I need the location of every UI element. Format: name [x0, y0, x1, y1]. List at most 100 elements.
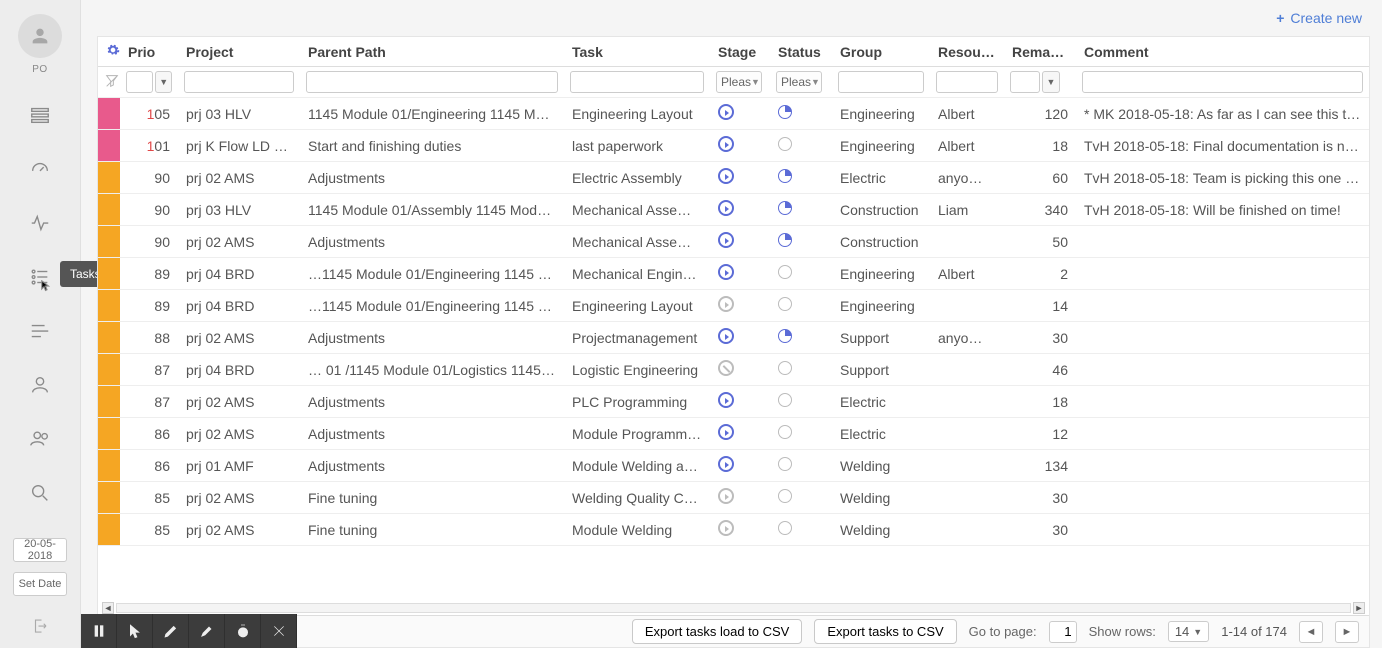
nav-activity-icon[interactable] [0, 211, 80, 235]
cell-stage[interactable] [710, 98, 770, 130]
nav-users-icon[interactable] [0, 427, 80, 451]
cell-status[interactable] [770, 418, 832, 450]
clear-filter-icon[interactable] [98, 67, 120, 98]
nav-search-user-icon[interactable] [0, 481, 80, 505]
table-row[interactable]: 89prj 04 BRD…1145 Module 01/Engineering … [98, 258, 1369, 290]
cell-status[interactable] [770, 354, 832, 386]
priority-bar [98, 354, 120, 386]
table-row[interactable]: 101prj K Flow LD ConstStart and finishin… [98, 130, 1369, 162]
filter-comment[interactable] [1082, 71, 1363, 93]
cell-stage[interactable] [710, 258, 770, 290]
logout-icon[interactable] [8, 614, 72, 638]
table-row[interactable]: 85prj 02 AMSFine tuningWelding Quality C… [98, 482, 1369, 514]
col-parent[interactable]: Parent Path [300, 37, 564, 67]
date-field[interactable]: 20-05-2018 [13, 538, 67, 562]
col-project[interactable]: Project [178, 37, 300, 67]
gear-header[interactable] [98, 37, 120, 67]
filter-remaining[interactable]: ▼ [1010, 71, 1070, 93]
marker-icon[interactable] [189, 614, 225, 648]
cell-status[interactable] [770, 322, 832, 354]
filter-group[interactable] [838, 71, 924, 93]
table-row[interactable]: 87prj 02 AMSAdjustmentsPLC ProgrammingEl… [98, 386, 1369, 418]
col-group[interactable]: Group [832, 37, 930, 67]
cell-stage[interactable] [710, 482, 770, 514]
filter-resource[interactable] [936, 71, 998, 93]
filter-task[interactable] [570, 71, 704, 93]
cell-stage[interactable] [710, 514, 770, 546]
prev-page-button[interactable]: ◄ [1299, 621, 1323, 643]
cell-stage[interactable] [710, 450, 770, 482]
table-row[interactable]: 105prj 03 HLV1145 Module 01/Engineering … [98, 98, 1369, 130]
col-remaining[interactable]: Remainin… [1004, 37, 1076, 67]
cell-stage[interactable] [710, 290, 770, 322]
filter-project[interactable] [184, 71, 294, 93]
table-row[interactable]: 87prj 04 BRD… 01 /1145 Module 01/Logisti… [98, 354, 1369, 386]
table-row[interactable]: 86prj 01 AMFAdjustmentsModule Welding ad… [98, 450, 1369, 482]
nav-tasks-icon[interactable]: Tasks List [0, 265, 80, 289]
filter-parent[interactable] [306, 71, 558, 93]
cell-status[interactable] [770, 98, 832, 130]
cell-stage[interactable] [710, 194, 770, 226]
goto-page-input[interactable] [1049, 621, 1077, 643]
filter-stage[interactable]: Pleas▼ [716, 71, 762, 93]
cell-status[interactable] [770, 194, 832, 226]
cell-stage[interactable] [710, 322, 770, 354]
col-task[interactable]: Task [564, 37, 710, 67]
export-tasks-button[interactable]: Export tasks to CSV [814, 619, 956, 644]
nav-user-icon[interactable] [0, 373, 80, 397]
cell-status[interactable] [770, 514, 832, 546]
cell-stage[interactable] [710, 130, 770, 162]
rows-select[interactable]: 14▼ [1168, 621, 1209, 642]
cell-stage[interactable] [710, 418, 770, 450]
table-row[interactable]: 90prj 02 AMSAdjustmentsElectric Assembly… [98, 162, 1369, 194]
cell-stage[interactable] [710, 354, 770, 386]
table-row[interactable]: 90prj 03 HLV1145 Module 01/Assembly 1145… [98, 194, 1369, 226]
cell-status[interactable] [770, 226, 832, 258]
nav-stack-icon[interactable] [0, 319, 80, 343]
cell-stage[interactable] [710, 386, 770, 418]
cell-comment [1076, 514, 1369, 546]
table-row[interactable]: 88prj 02 AMSAdjustmentsProjectmanagement… [98, 322, 1369, 354]
cell-status[interactable] [770, 450, 832, 482]
pointer-icon[interactable] [117, 614, 153, 648]
pencil-icon[interactable] [153, 614, 189, 648]
nav-list-icon[interactable] [0, 103, 80, 127]
close-icon[interactable] [261, 614, 297, 648]
cell-status[interactable] [770, 162, 832, 194]
cell-status[interactable] [770, 130, 832, 162]
col-prio[interactable]: Prio [120, 37, 178, 67]
cell-stage[interactable] [710, 226, 770, 258]
scroll-left-icon[interactable]: ◄ [102, 602, 114, 614]
filter-prio[interactable]: ▼ [126, 71, 172, 93]
col-resource[interactable]: Resource [930, 37, 1004, 67]
filter-status[interactable]: Pleas▼ [776, 71, 822, 93]
cell-status[interactable] [770, 258, 832, 290]
export-load-button[interactable]: Export tasks load to CSV [632, 619, 803, 644]
nav-gauge-icon[interactable] [0, 157, 80, 181]
col-status[interactable]: Status [770, 37, 832, 67]
cell-status[interactable] [770, 482, 832, 514]
create-new-button[interactable]: + Create new [1276, 10, 1362, 26]
cell-resource [930, 514, 1004, 546]
table-row[interactable]: 89prj 04 BRD…1145 Module 01/Engineering … [98, 290, 1369, 322]
table-row[interactable]: 85prj 02 AMSFine tuningModule WeldingWel… [98, 514, 1369, 546]
cell-resource: Albert [930, 130, 1004, 162]
table-row[interactable]: 86prj 02 AMSAdjustmentsModule Programmin… [98, 418, 1369, 450]
cell-stage[interactable] [710, 162, 770, 194]
timer-icon[interactable] [225, 614, 261, 648]
cell-parent: Adjustments [300, 226, 564, 258]
table-row[interactable]: 90prj 02 AMSAdjustmentsMechanical Assemb… [98, 226, 1369, 258]
cell-status[interactable] [770, 386, 832, 418]
priority-bar [98, 162, 120, 194]
scroll-right-icon[interactable]: ► [1353, 602, 1365, 614]
col-stage[interactable]: Stage [710, 37, 770, 67]
priority-bar [98, 482, 120, 514]
avatar[interactable] [18, 14, 62, 58]
stage-icon [718, 232, 734, 248]
col-comment[interactable]: Comment [1076, 37, 1369, 67]
cell-status[interactable] [770, 290, 832, 322]
pause-icon[interactable] [81, 614, 117, 648]
next-page-button[interactable]: ► [1335, 621, 1359, 643]
set-date-button[interactable]: Set Date [13, 572, 67, 596]
horizontal-scrollbar[interactable]: ◄ ► [98, 601, 1369, 615]
